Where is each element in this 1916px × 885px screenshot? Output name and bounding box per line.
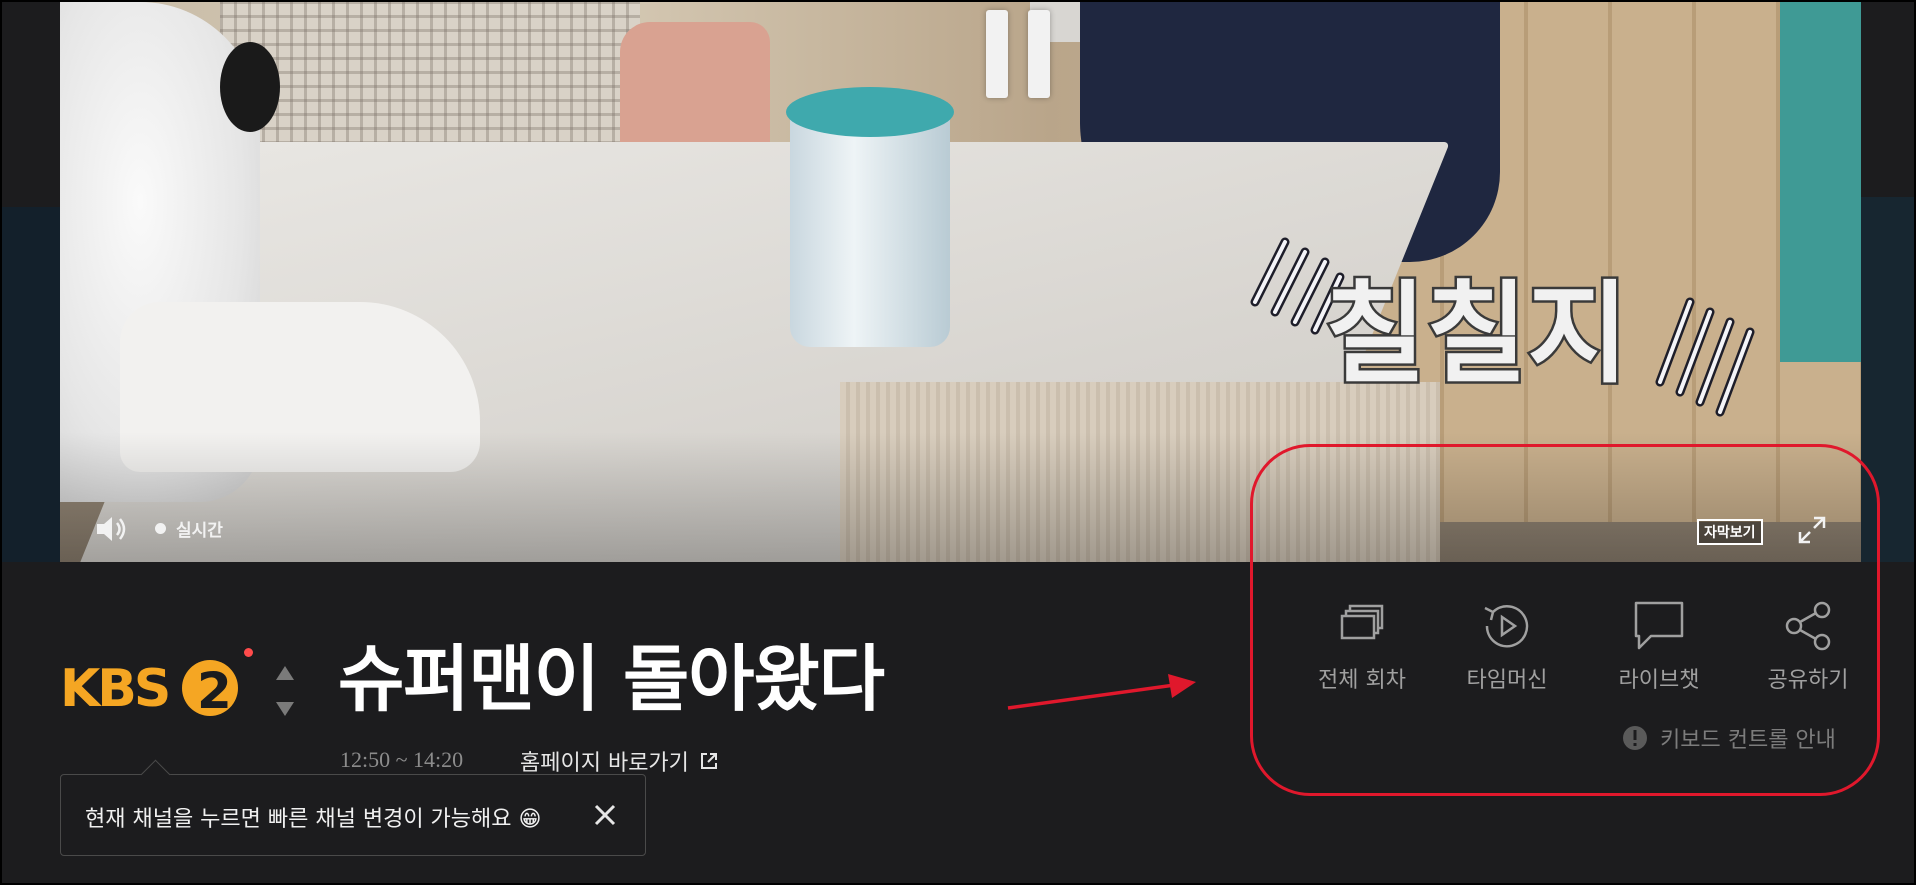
- video-caption-graphic: 칠칠지: [1250, 237, 1755, 417]
- program-title: 슈퍼맨이 돌아왔다: [338, 637, 885, 721]
- app-frame: 칠칠지 실시간 자막보기 KBS 2 슈퍼맨이 돌아왔다 12:50 ~ 14:…: [0, 0, 1916, 885]
- live-label: 실시간: [176, 521, 223, 541]
- channel-logo-number: 2: [197, 662, 232, 720]
- close-icon[interactable]: [591, 801, 619, 829]
- volume-icon[interactable]: [94, 514, 128, 544]
- background-band-left: [2, 207, 60, 562]
- video-scene-can-lid: [786, 87, 954, 137]
- homepage-link-label: 홈페이지 바로가기: [520, 751, 689, 776]
- video-caption-text: 칠칠지: [1325, 270, 1629, 398]
- channel-logo-text: KBS: [60, 659, 168, 719]
- channel-down-icon[interactable]: [274, 700, 296, 718]
- homepage-link[interactable]: 홈페이지 바로가기: [520, 745, 719, 777]
- pause-icon[interactable]: [982, 10, 1054, 100]
- channel-live-dot: [244, 648, 253, 657]
- annotation-highlight: [1250, 444, 1880, 796]
- annotation-arrow: [1007, 674, 1196, 710]
- channel-logo[interactable]: KBS 2: [60, 650, 250, 720]
- channel-up-icon[interactable]: [274, 664, 296, 682]
- live-indicator-dot: [155, 523, 166, 534]
- tooltip-text: 현재 채널을 누르면 빠른 채널 변경이 가능해요 😁: [85, 807, 542, 832]
- broadcast-time: 12:50 ~ 14:20: [340, 747, 464, 772]
- channel-tooltip: 현재 채널을 누르면 빠른 채널 변경이 가능해요 😁: [60, 774, 646, 856]
- external-link-icon: [700, 753, 717, 769]
- video-scene-plush-ear: [220, 42, 280, 132]
